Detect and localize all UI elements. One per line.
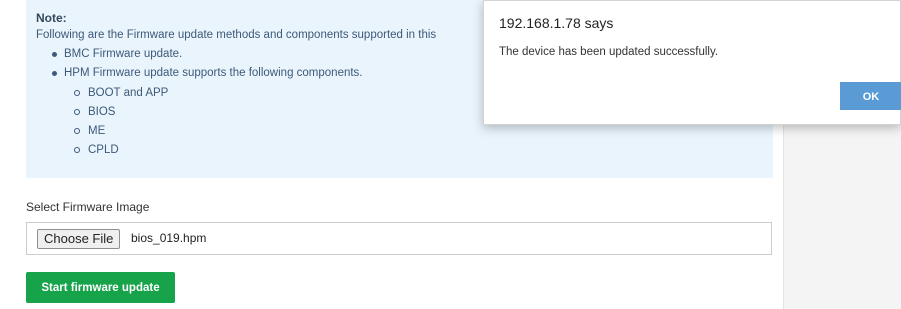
select-firmware-label: Select Firmware Image <box>26 200 150 214</box>
alert-dialog: 192.168.1.78 says The device has been up… <box>483 0 901 125</box>
list-item-label: HPM Firmware update supports the followi… <box>64 67 363 79</box>
note-intro: Following are the Firmware update method… <box>36 29 437 41</box>
bullet-circle-icon <box>74 147 80 153</box>
list-item: BMC Firmware update. <box>50 45 363 64</box>
list-item: HPM Firmware update supports the followi… <box>50 64 363 156</box>
bullet-circle-icon <box>74 128 80 134</box>
note-title: Note: <box>36 11 67 25</box>
start-firmware-update-button[interactable]: Start firmware update <box>26 272 175 303</box>
method-list: BMC Firmware update. HPM Firmware update… <box>50 45 363 156</box>
sub-list-item-label: CPLD <box>88 144 119 156</box>
component-list: BOOT and APP BIOS ME CPLD <box>70 84 168 160</box>
list-item-label: BMC Firmware update. <box>64 48 183 60</box>
sub-list-item: BIOS <box>70 103 168 122</box>
sub-list-item: ME <box>70 122 168 141</box>
sub-list-item-label: ME <box>88 125 106 137</box>
dialog-title: 192.168.1.78 says <box>499 15 614 31</box>
dialog-message: The device has been updated successfully… <box>499 46 719 58</box>
bullet-circle-icon <box>74 90 80 96</box>
sub-list-item-label: BIOS <box>88 106 116 118</box>
sub-list-item: BOOT and APP <box>70 84 168 103</box>
selected-file-name: bios_019.hpm <box>131 231 207 245</box>
choose-file-button[interactable]: Choose File <box>37 229 121 249</box>
bullet-dot-icon <box>52 52 57 57</box>
bullet-dot-icon <box>52 71 57 76</box>
ok-button[interactable]: OK <box>840 82 901 110</box>
bullet-circle-icon <box>74 109 80 115</box>
firmware-file-input[interactable]: Choose File bios_019.hpm <box>26 222 772 255</box>
sub-list-item-label: BOOT and APP <box>88 87 169 99</box>
sub-list-item: CPLD <box>70 141 168 160</box>
